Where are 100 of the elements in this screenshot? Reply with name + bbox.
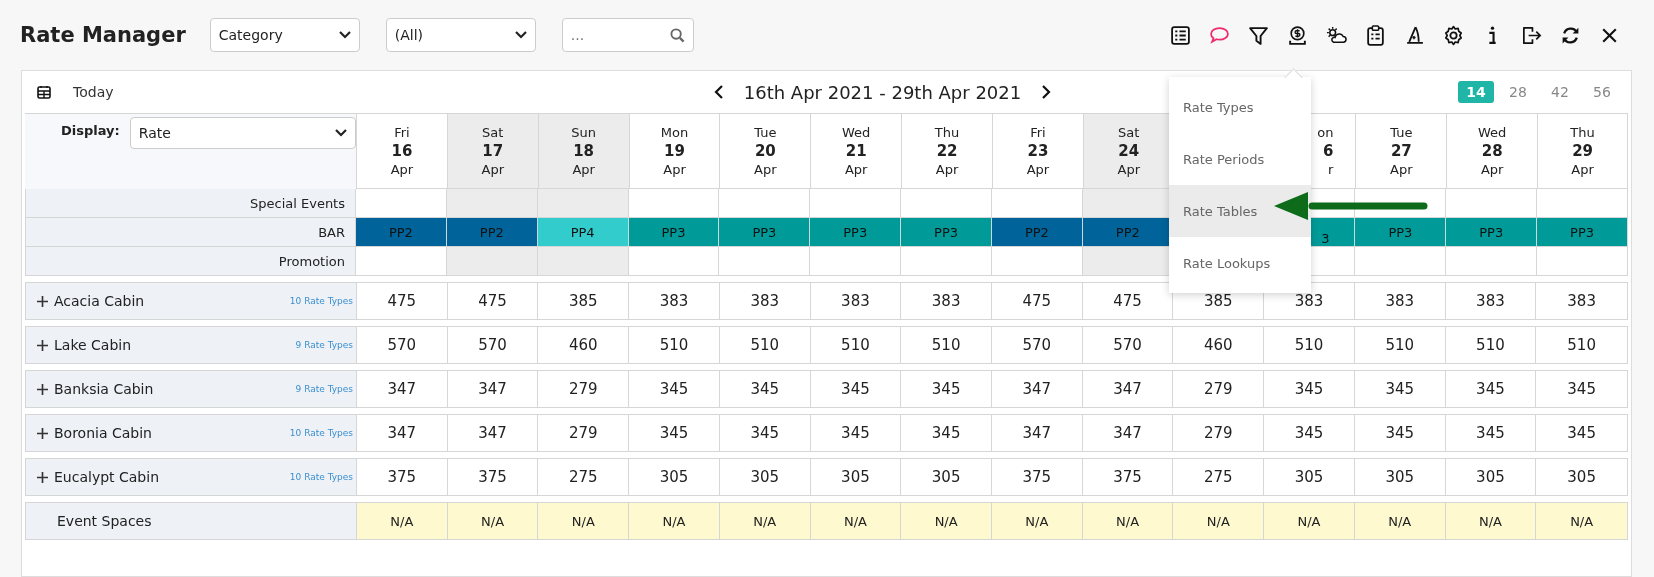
- rate-cell[interactable]: 460: [538, 327, 630, 363]
- expand-icon[interactable]: [37, 339, 48, 351]
- rate-cell[interactable]: 347: [447, 371, 539, 407]
- rate-cell[interactable]: N/A: [357, 503, 448, 539]
- rate-cell[interactable]: 279: [538, 415, 630, 451]
- rate-cell[interactable]: 345: [629, 371, 720, 407]
- rate-cell[interactable]: N/A: [992, 503, 1083, 539]
- refresh-icon[interactable]: [1560, 24, 1581, 46]
- filter-icon[interactable]: [1248, 24, 1269, 46]
- rate-cell[interactable]: N/A: [810, 503, 902, 539]
- rate-cell[interactable]: N/A: [629, 503, 720, 539]
- rate-cell[interactable]: 510: [1536, 327, 1627, 363]
- expand-icon[interactable]: [37, 383, 48, 395]
- rate-cell[interactable]: 345: [629, 415, 720, 451]
- rate-cell[interactable]: 510: [719, 327, 811, 363]
- search-field[interactable]: ...: [561, 18, 694, 52]
- rate-cell[interactable]: 275: [1173, 459, 1265, 495]
- checklist-icon[interactable]: [1170, 24, 1191, 46]
- rate-cell[interactable]: N/A: [447, 503, 539, 539]
- rate-cell[interactable]: 475: [992, 283, 1083, 319]
- rate-cell[interactable]: N/A: [1445, 503, 1537, 539]
- rate-cell[interactable]: N/A: [1264, 503, 1355, 539]
- rate-cell[interactable]: 347: [992, 415, 1083, 451]
- rate-cell[interactable]: N/A: [901, 503, 992, 539]
- expand-icon[interactable]: [37, 471, 48, 483]
- rate-cell[interactable]: 347: [357, 415, 448, 451]
- rate-cell[interactable]: 383: [810, 283, 902, 319]
- rate-cell[interactable]: 375: [447, 459, 539, 495]
- rate-cell[interactable]: 475: [357, 283, 448, 319]
- rate-cell[interactable]: 347: [447, 415, 539, 451]
- menu-item[interactable]: Rate Tables: [1169, 185, 1311, 237]
- rate-cell[interactable]: 460: [1173, 327, 1265, 363]
- rate-cell[interactable]: 305: [719, 459, 811, 495]
- rate-cell[interactable]: N/A: [1082, 503, 1174, 539]
- clipboard-icon[interactable]: [1365, 24, 1386, 46]
- rate-cell[interactable]: 383: [629, 283, 720, 319]
- filter-dropdown[interactable]: (All): [385, 18, 536, 52]
- rate-cell[interactable]: 375: [1082, 459, 1174, 495]
- rate-cell[interactable]: 347: [992, 371, 1083, 407]
- rate-cell[interactable]: N/A: [719, 503, 811, 539]
- rate-cell[interactable]: 510: [1264, 327, 1355, 363]
- rate-cell[interactable]: 275: [538, 459, 630, 495]
- menu-item[interactable]: Rate Types: [1169, 81, 1311, 133]
- rate-cell[interactable]: 347: [1082, 415, 1174, 451]
- days-span-tab[interactable]: 28: [1500, 81, 1536, 103]
- rate-cell[interactable]: 345: [1536, 415, 1627, 451]
- dollar-icon[interactable]: [1287, 24, 1308, 46]
- rate-cell[interactable]: 345: [901, 371, 992, 407]
- rate-cell[interactable]: 570: [447, 327, 539, 363]
- rate-cell[interactable]: 305: [901, 459, 992, 495]
- rate-cell[interactable]: 279: [538, 371, 630, 407]
- next-icon[interactable]: [1041, 84, 1052, 100]
- rate-cell[interactable]: 345: [719, 415, 811, 451]
- rate-cell[interactable]: 345: [901, 415, 992, 451]
- rate-cell[interactable]: 347: [357, 371, 448, 407]
- rate-cell[interactable]: 570: [357, 327, 448, 363]
- rate-cell[interactable]: 345: [1536, 371, 1627, 407]
- weather-icon[interactable]: [1326, 24, 1347, 46]
- rate-cell[interactable]: N/A: [1173, 503, 1265, 539]
- rate-cell[interactable]: 305: [1354, 459, 1446, 495]
- rate-cell[interactable]: 510: [810, 327, 902, 363]
- rate-cell[interactable]: 375: [992, 459, 1083, 495]
- sail-icon[interactable]: [1404, 24, 1425, 46]
- rate-cell[interactable]: 383: [1354, 283, 1446, 319]
- rate-cell[interactable]: N/A: [538, 503, 630, 539]
- rate-cell[interactable]: N/A: [1354, 503, 1446, 539]
- menu-item[interactable]: Rate Periods: [1169, 133, 1311, 185]
- rate-cell[interactable]: 305: [1536, 459, 1627, 495]
- rate-cell[interactable]: 383: [1445, 283, 1537, 319]
- rate-cell[interactable]: 345: [1354, 415, 1446, 451]
- rate-cell[interactable]: 383: [901, 283, 992, 319]
- display-dropdown[interactable]: Rate: [129, 117, 356, 149]
- rate-cell[interactable]: 279: [1173, 415, 1265, 451]
- rate-cell[interactable]: 305: [1445, 459, 1537, 495]
- calendar-icon[interactable]: [37, 85, 51, 99]
- filter-dropdown[interactable]: Category: [209, 18, 360, 52]
- logout-icon[interactable]: [1521, 24, 1542, 46]
- rate-cell[interactable]: 383: [719, 283, 811, 319]
- rate-cell[interactable]: 345: [810, 371, 902, 407]
- rate-cell[interactable]: 345: [1264, 371, 1355, 407]
- expand-icon[interactable]: [37, 427, 48, 439]
- rate-cell[interactable]: 345: [1445, 371, 1537, 407]
- rate-cell[interactable]: 305: [1264, 459, 1355, 495]
- rate-cell[interactable]: 347: [1082, 371, 1174, 407]
- rate-cell[interactable]: 279: [1173, 371, 1265, 407]
- rate-cell[interactable]: 345: [1264, 415, 1355, 451]
- rate-cell[interactable]: 510: [901, 327, 992, 363]
- rate-cell[interactable]: 345: [810, 415, 902, 451]
- rate-cell[interactable]: 510: [629, 327, 720, 363]
- settings-icon[interactable]: [1443, 24, 1464, 46]
- rate-cell[interactable]: 475: [447, 283, 539, 319]
- rate-cell[interactable]: N/A: [1536, 503, 1627, 539]
- rate-cell[interactable]: 305: [810, 459, 902, 495]
- rate-cell[interactable]: 305: [629, 459, 720, 495]
- rate-cell[interactable]: 345: [719, 371, 811, 407]
- rate-cell[interactable]: 510: [1354, 327, 1446, 363]
- rate-cell[interactable]: 385: [538, 283, 630, 319]
- rate-cell[interactable]: 510: [1445, 327, 1537, 363]
- expand-icon[interactable]: [37, 295, 48, 307]
- days-span-tab[interactable]: 42: [1542, 81, 1578, 103]
